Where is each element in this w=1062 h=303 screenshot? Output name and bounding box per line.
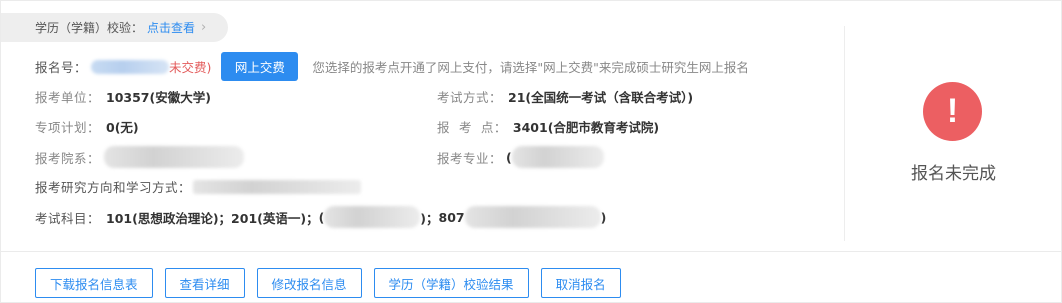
exam-method-label: 考试方式：: [437, 90, 503, 105]
payment-notice: 您选择的报考点开通了网上支付，请选择"网上交费"来完成硕士研究生网上报名: [312, 60, 749, 75]
major-row: 报考专业： (: [437, 146, 604, 168]
subjects-row: 考试科目： 101(思想政治理论)； 201(英语一)； ( )； 807 ): [35, 206, 606, 228]
view-details-button[interactable]: 查看详细: [164, 268, 245, 298]
registration-card: 学历（学籍）校验： 点击查看 › 报名号： 未交费) 网上交费 您选择的报考点开…: [0, 0, 1062, 303]
special-plan-label: 专项计划：: [35, 120, 101, 135]
subject-4-redacted: [464, 206, 601, 228]
subject-3-redacted: [324, 206, 421, 228]
cancel-registration-button[interactable]: 取消报名: [540, 268, 621, 298]
department-row: 报考院系：: [35, 146, 245, 168]
modify-registration-button[interactable]: 修改报名信息: [256, 268, 362, 298]
unit-value: 10357(安徽大学): [106, 90, 211, 105]
exam-method-row: 考试方式： 21(全国统一考试（含联合考试）): [437, 87, 693, 106]
registration-number-label: 报名号：: [35, 60, 88, 75]
exam-site-value: 3401(合肥市教育考试院): [512, 120, 660, 135]
exam-method-value: 21(全国统一考试（含联合考试）): [508, 90, 694, 105]
subject-1: 101(思想政治理论)；: [106, 210, 232, 226]
department-redacted: [104, 146, 245, 168]
subjects-label: 考试科目：: [35, 210, 101, 226]
major-redacted: [511, 146, 604, 168]
education-verify-bar: 学历（学籍）校验： 点击查看 ›: [1, 13, 228, 42]
department-label: 报考院系：: [35, 150, 101, 166]
direction-row: 报考研究方向和学习方式：: [35, 177, 362, 196]
special-plan-row: 专项计划： 0(无): [35, 117, 139, 136]
status-panel: ! 报名未完成: [844, 1, 1062, 251]
status-text: 报名未完成: [911, 164, 996, 184]
exam-site-label: 报 考 点：: [437, 120, 507, 135]
subject-2: 201(英语一)；: [231, 210, 319, 226]
online-pay-button[interactable]: 网上交费: [221, 52, 299, 81]
action-bar: 下载报名信息表 查看详细 修改报名信息 学历（学籍）校验结果 取消报名: [35, 268, 621, 298]
verify-view-link[interactable]: 点击查看: [147, 19, 195, 36]
exam-site-row: 报 考 点： 3401(合肥市教育考试院): [437, 117, 659, 136]
exclamation-icon: !: [923, 82, 982, 141]
direction-label: 报考研究方向和学习方式：: [35, 180, 192, 195]
direction-redacted: [193, 179, 362, 194]
subject-4-suffix: ): [600, 209, 607, 225]
special-plan-value: 0(无): [106, 120, 139, 135]
verify-result-button[interactable]: 学历（学籍）校验结果: [373, 268, 529, 298]
unit-row: 报考单位： 10357(安徽大学): [35, 87, 211, 106]
subject-3-suffix: )；: [420, 210, 439, 226]
major-label: 报考专业：: [437, 150, 503, 166]
download-form-button[interactable]: 下载报名信息表: [35, 268, 153, 298]
horizontal-divider: [1, 251, 1062, 252]
registration-number-row: 报名号： 未交费) 网上交费 您选择的报考点开通了网上支付，请选择"网上交费"来…: [35, 52, 749, 81]
major-prefix: (: [506, 149, 512, 165]
payment-status: 未交费): [169, 60, 212, 75]
unit-label: 报考单位：: [35, 90, 101, 105]
verify-label: 学历（学籍）校验：: [35, 21, 144, 35]
subject-4-prefix: 807: [438, 209, 465, 225]
chevron-right-icon[interactable]: ›: [201, 20, 206, 35]
registration-number-redacted: [91, 59, 170, 74]
